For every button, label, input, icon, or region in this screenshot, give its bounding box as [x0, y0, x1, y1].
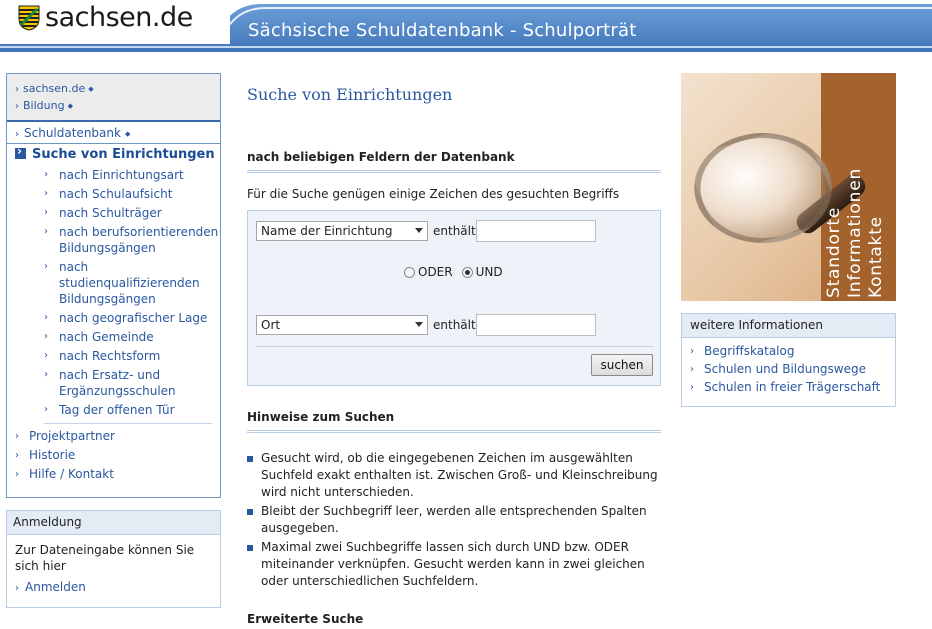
diamond-icon: ◆ — [88, 85, 94, 93]
chevron-right-icon: › — [44, 312, 48, 323]
nav-item-sachsen[interactable]: › sachsen.de ◆ — [7, 81, 220, 98]
chevron-right-icon: › — [44, 350, 48, 361]
nav-sub-rechtsform[interactable]: › nach Rechtsform — [44, 347, 220, 366]
chevron-right-icon: › — [690, 382, 694, 393]
chevron-right-icon: › — [15, 84, 19, 95]
site-header: sachsen.de Sächsische Schuldatenbank - S… — [0, 0, 932, 52]
nav-breadcrumb-group: › sachsen.de ◆ › Bildung ◆ — [7, 74, 220, 122]
chevron-right-icon: › — [44, 226, 48, 237]
bullet-square-icon — [247, 456, 253, 462]
info-links: › Begriffskatalog › Schulen und Bildungswe… — [682, 338, 895, 397]
chevron-right-icon: › — [15, 469, 19, 480]
chevron-right-icon: › — [690, 364, 694, 375]
nav-sub-ersatzschulen[interactable]: › nach Ersatz- und Ergänzungsschulen — [44, 366, 220, 401]
login-box-text: Zur Dateneingabe können Sie sich hier — [15, 543, 195, 573]
chevron-right-icon: › — [15, 583, 19, 594]
bullet-square-icon — [247, 545, 253, 551]
promo-line-kontakte: Kontakte — [866, 216, 886, 298]
chevron-right-icon: › — [44, 404, 48, 415]
promo-line-standorte: Standorte — [824, 206, 844, 298]
left-navigation: › sachsen.de ◆ › Bildung ◆ › Schuldatenbank ◆ … — [6, 73, 221, 498]
dropdown-arrow-icon — [415, 322, 423, 327]
field2-search-input[interactable] — [476, 314, 596, 336]
login-box-title: Anmeldung — [7, 511, 220, 535]
field2-select[interactable]: Ort — [256, 315, 428, 335]
list-item: Maximal zwei Suchbegriffe lassen sich du… — [247, 539, 661, 590]
field1-search-input[interactable] — [476, 220, 596, 242]
section-heading-felder: nach beliebigen Feldern der Datenbank — [247, 150, 661, 173]
chevron-right-icon: › — [15, 101, 19, 112]
promo-banner[interactable]: Standorte Informationen Kontakte — [681, 73, 896, 301]
section-heading-erweiterte-suche: Erweiterte Suche — [247, 612, 364, 626]
nav-item-schuldatenbank[interactable]: › Schuldatenbank ◆ — [7, 122, 220, 144]
nav-sub-berufsorientierend[interactable]: › nach berufsorientierenden Bildungsgänge… — [44, 223, 220, 258]
form-divider — [256, 346, 654, 347]
search-button[interactable]: suchen — [591, 354, 653, 376]
radio-oder[interactable] — [404, 266, 415, 278]
field1-select[interactable]: Name der Einrichtung — [256, 221, 428, 241]
chevron-right-icon: › — [15, 431, 19, 442]
hint-list: Gesucht wird, ob die eingegebenen Zeiche… — [247, 450, 661, 592]
chevron-right-icon: › — [44, 207, 48, 218]
section-heading-hinweise: Hinweise zum Suchen — [247, 410, 661, 433]
field2-operator-label: enthält — [433, 318, 476, 332]
nav-item-suche-active[interactable]: Suche von Einrichtungen — [7, 144, 220, 166]
chevron-right-icon: › — [44, 169, 48, 180]
info-link-bildungswege[interactable]: › Schulen und Bildungswege — [682, 361, 895, 379]
logo-text: sachsen.de — [45, 2, 193, 33]
radio-und[interactable] — [461, 266, 473, 278]
nav-sub-einrichtungsart[interactable]: › nach Einrichtungsart — [44, 166, 220, 185]
nav-item-hilfe-kontakt[interactable]: › Hilfe / Kontakt — [7, 465, 220, 484]
chevron-right-icon: › — [15, 129, 19, 140]
nav-sub-schulaufsicht[interactable]: › nach Schulaufsicht — [44, 185, 220, 204]
nav-item-bildung[interactable]: › Bildung ◆ — [7, 98, 220, 115]
saxony-crest-icon — [18, 5, 40, 31]
nav-item-projektpartner[interactable]: › Projektpartner — [7, 427, 220, 446]
page-header-title: Sächsische Schuldatenbank - Schulporträt — [248, 20, 637, 41]
promo-text: Standorte Informationen Kontakte — [824, 78, 887, 298]
info-box: weitere Informationen › Begriffskatalog ›… — [681, 313, 896, 407]
search-hint: Für die Suche genügen einige Zeichen des… — [247, 187, 620, 201]
search-form: Name der Einrichtung enthält ODER UND Or… — [247, 210, 661, 386]
nav-sub-gemeinde[interactable]: › nach Gemeinde — [44, 328, 220, 347]
list-item: Gesucht wird, ob die eingegebenen Zeiche… — [247, 450, 661, 501]
nav-sub-list: › nach Einrichtungsart › nach Schulaufsich… — [7, 166, 220, 420]
chevron-right-icon: › — [44, 261, 48, 272]
list-item: Bleibt der Suchbegriff leer, werden alle… — [247, 503, 661, 537]
chevron-right-icon: › — [44, 188, 48, 199]
nav-divider — [44, 423, 212, 424]
chevron-right-icon: › — [15, 450, 19, 461]
promo-line-informationen: Informationen — [845, 167, 865, 298]
nav-item-historie[interactable]: › Historie — [7, 446, 220, 465]
nav-sub-tag-offene-tuer[interactable]: › Tag der offenen Tür — [44, 401, 220, 420]
nav-sub-geografisch[interactable]: › nach geografischer Lage — [44, 309, 220, 328]
info-link-begriffskatalog[interactable]: › Begriffskatalog — [682, 343, 895, 361]
field1-operator-label: enthält — [433, 224, 476, 238]
login-link[interactable]: › Anmelden — [7, 574, 220, 594]
dropdown-arrow-icon — [415, 228, 423, 233]
page-title: Suche von Einrichtungen — [247, 85, 453, 104]
info-link-freie-traegerschaft[interactable]: › Schulen in freier Trägerschaft — [682, 379, 895, 397]
logo-area[interactable]: sachsen.de — [0, 0, 230, 44]
nav-sub-studienqualifizierend[interactable]: › nach studienqualifizierenden Bildungsgä… — [44, 258, 220, 309]
diamond-icon: ◆ — [124, 130, 131, 138]
diamond-icon: ◆ — [67, 102, 73, 110]
active-marker-icon — [15, 144, 26, 159]
chevron-right-icon: › — [44, 369, 48, 380]
chevron-right-icon: › — [690, 346, 694, 357]
bullet-square-icon — [247, 509, 253, 515]
logic-radio-group: ODER UND — [404, 265, 512, 279]
login-box: Anmeldung Zur Dateneingabe können Sie si… — [6, 510, 221, 608]
chevron-right-icon: › — [44, 331, 48, 342]
info-box-title: weitere Informationen — [682, 314, 895, 338]
nav-sub-schultraeger[interactable]: › nach Schulträger — [44, 204, 220, 223]
